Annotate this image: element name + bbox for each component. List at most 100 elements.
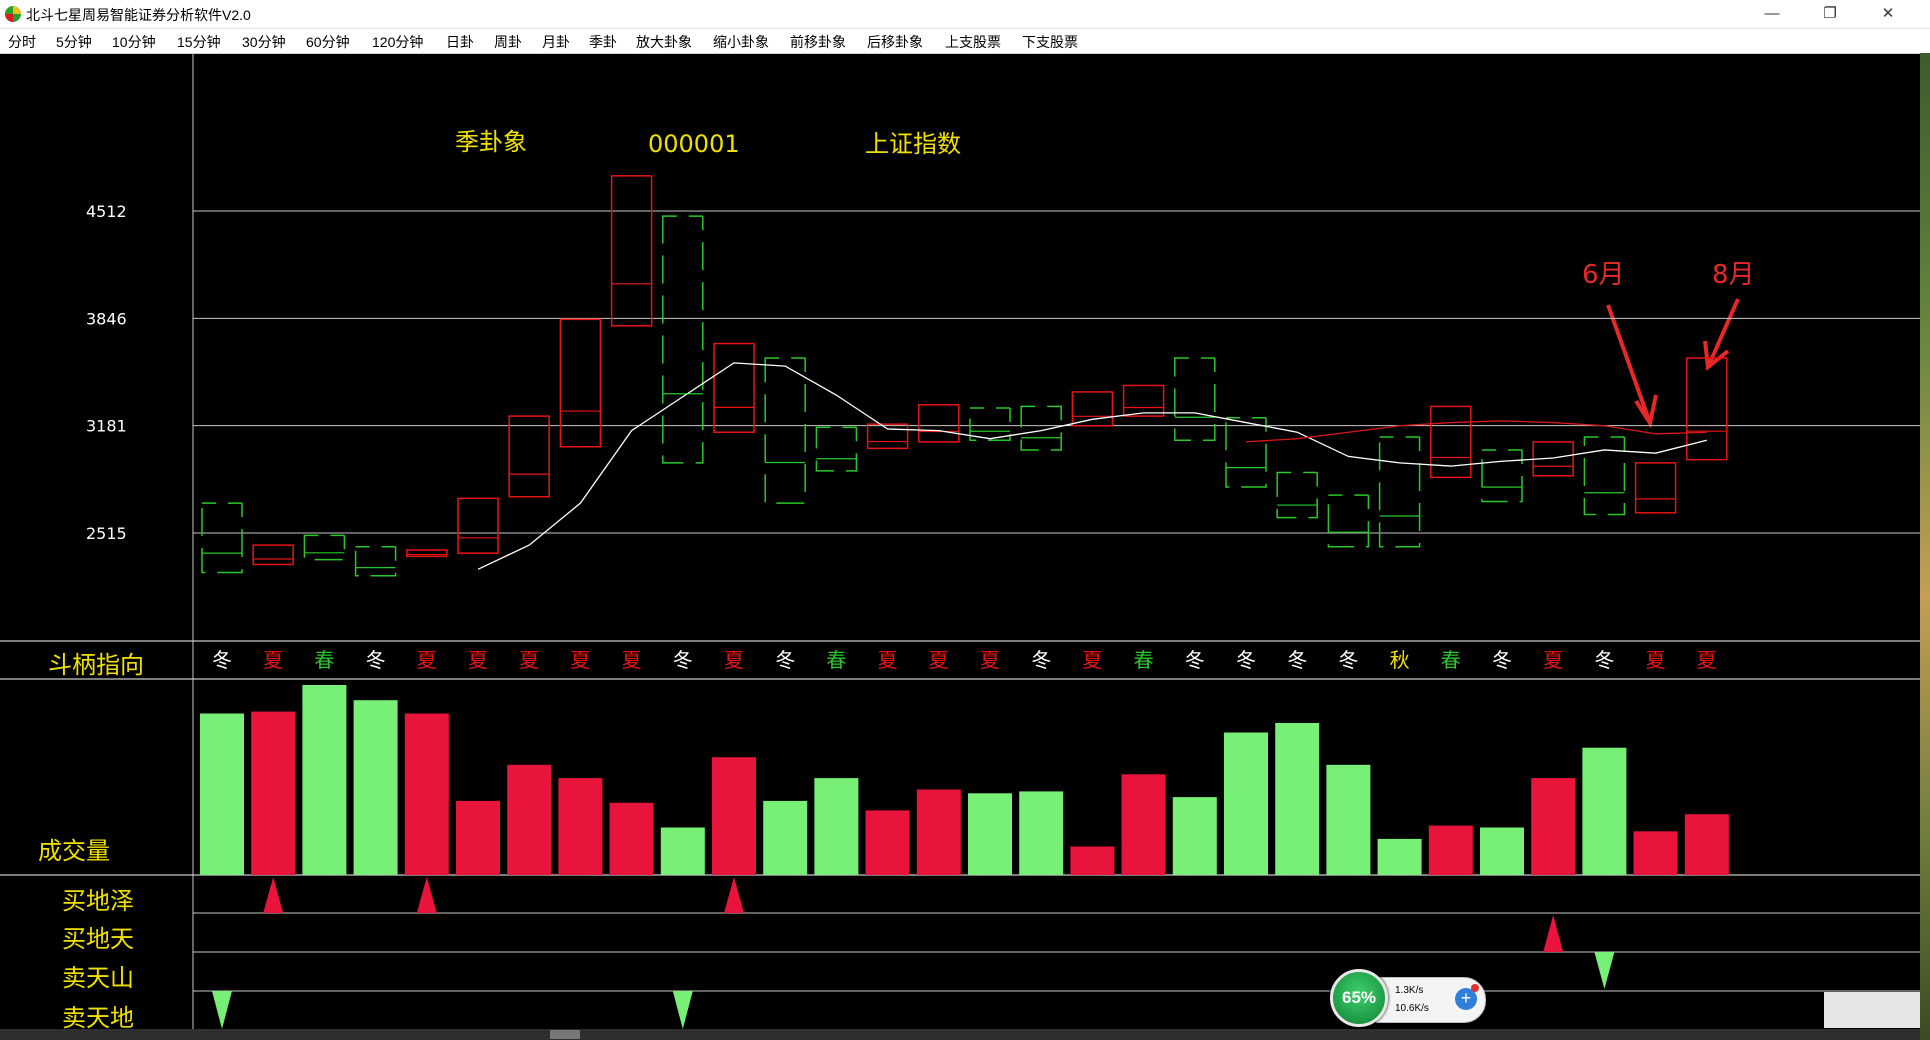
volume-bar — [558, 778, 603, 875]
season-label: 冬 — [775, 648, 795, 672]
buy-signal-marker — [1543, 915, 1564, 952]
signal-row-label: 卖天地 — [62, 1004, 134, 1032]
season-label: 冬 — [366, 648, 386, 672]
candle — [457, 497, 499, 554]
menu-item-10min[interactable]: 10分钟 — [112, 32, 156, 52]
volume-bar — [251, 711, 296, 875]
volume-bar — [814, 778, 859, 875]
download-speed: 10.6K/s — [1395, 1003, 1429, 1014]
season-label: 春 — [1134, 648, 1154, 672]
menu-item-quarterly[interactable]: 季卦 — [589, 32, 617, 52]
candle — [1020, 405, 1062, 451]
horizontal-scrollbar[interactable] — [0, 1029, 1920, 1040]
candle — [610, 175, 653, 327]
volume-bar — [1019, 791, 1064, 875]
candle — [1225, 416, 1267, 488]
stock-name: 上证指数 — [865, 130, 961, 158]
season-label: 春 — [314, 648, 334, 672]
buy-signal-marker — [724, 877, 744, 913]
network-speed-widget[interactable]: ↑ 1.3K/s ↓ 10.6K/s + 65% — [1330, 969, 1486, 1027]
season-label: 秋 — [1390, 648, 1410, 672]
volume-bar — [1582, 747, 1627, 875]
menu-item-prev-stock[interactable]: 上支股票 — [945, 32, 1001, 52]
volume-bar — [507, 764, 552, 875]
volume-bar — [1070, 846, 1115, 875]
menu-item-next-stock[interactable]: 下支股票 — [1022, 32, 1078, 52]
season-label: 冬 — [1594, 648, 1614, 672]
candle — [354, 545, 397, 577]
volume-bar — [353, 700, 398, 875]
menu-item-daily[interactable]: 日卦 — [446, 32, 474, 52]
volume-bar — [302, 685, 347, 875]
volume-bar — [865, 810, 910, 875]
candle — [713, 342, 755, 433]
close-button[interactable]: ✕ — [1859, 0, 1917, 28]
upload-speed: 1.3K/s — [1395, 985, 1424, 996]
buy-signal-marker — [416, 877, 437, 913]
window-title: 北斗七星周易智能证券分析软件V2.0 — [26, 7, 251, 23]
menu-item-5min[interactable]: 5分钟 — [56, 32, 92, 52]
candle — [1481, 449, 1523, 503]
menu-item-zoom-in[interactable]: 放大卦象 — [636, 32, 692, 52]
season-label: 夏 — [929, 648, 949, 672]
ma-line-red — [1245, 420, 1707, 443]
volume-bar — [1428, 825, 1473, 875]
season-label: 夏 — [570, 648, 590, 672]
menu-item-monthly[interactable]: 月卦 — [542, 32, 570, 52]
candle — [1071, 391, 1114, 427]
volume-bar — [1224, 732, 1268, 875]
dipper-panel-label: 斗柄指向 — [48, 651, 144, 679]
volume-bar — [1275, 723, 1320, 875]
annotation-august: 8月 — [1712, 260, 1755, 290]
volume-panel-label: 成交量 — [38, 837, 110, 865]
candles — [201, 175, 1728, 577]
signal-row-label: 买地泽 — [62, 887, 134, 915]
season-label: 夏 — [622, 648, 642, 672]
season-label: 春 — [826, 648, 846, 672]
volume-bar — [1172, 797, 1217, 875]
menu-item-shift-right[interactable]: 后移卦象 — [867, 32, 923, 52]
minimize-button[interactable]: — — [1743, 0, 1801, 28]
chart-canvas[interactable]: 季卦象 000001 上证指数 4512 3846 3181 2515 斗柄指向… — [0, 53, 1920, 1040]
season-label: 夏 — [878, 648, 898, 672]
candle — [918, 404, 960, 443]
scrollbar-thumb[interactable] — [550, 1030, 580, 1039]
candle — [1122, 384, 1165, 417]
menu-item-weekly[interactable]: 周卦 — [494, 32, 522, 52]
restore-button[interactable]: ❐ — [1801, 0, 1859, 28]
menu-bar: 分时 5分钟 10分钟 15分钟 30分钟 60分钟 120分钟 日卦 周卦 月… — [0, 29, 1930, 54]
memory-usage-ball[interactable]: 65% — [1330, 969, 1388, 1027]
menu-item-120min[interactable]: 120分钟 — [372, 32, 423, 52]
volume-bar — [763, 800, 808, 875]
menu-item-15min[interactable]: 15分钟 — [177, 32, 221, 52]
volume-bar — [609, 802, 654, 875]
taskbar-tray — [1824, 992, 1920, 1028]
period-label: 季卦象 — [455, 128, 527, 156]
candle — [764, 357, 806, 504]
volume-bar — [660, 827, 705, 875]
menu-item-zoom-out[interactable]: 缩小卦象 — [713, 32, 769, 52]
menu-item-shift-left[interactable]: 前移卦象 — [790, 32, 846, 52]
y-tick-label: 2515 — [86, 524, 127, 543]
candle — [201, 502, 243, 574]
sell-signal-marker — [212, 991, 232, 1029]
candle — [1583, 436, 1626, 516]
menu-item-intraday[interactable]: 分时 — [8, 32, 36, 52]
season-label: 夏 — [519, 648, 539, 672]
buy-signal-marker — [263, 877, 284, 913]
title-bar: 北斗七星周易智能证券分析软件V2.0 — ❐ ✕ — [0, 0, 1930, 29]
volume-bars — [200, 685, 1729, 875]
y-tick-label: 3181 — [86, 417, 127, 436]
menu-item-60min[interactable]: 60分钟 — [306, 32, 350, 52]
season-label: 冬 — [1338, 648, 1358, 672]
season-label: 冬 — [1185, 648, 1205, 672]
volume-bar — [1121, 774, 1166, 875]
price-grid — [193, 210, 1920, 534]
annotation-arrow-june — [1606, 304, 1652, 424]
volume-bar — [712, 757, 756, 875]
menu-item-30min[interactable]: 30分钟 — [242, 32, 286, 52]
season-label: 夏 — [1646, 648, 1666, 672]
season-label: 冬 — [1492, 648, 1512, 672]
volume-bar — [1684, 814, 1729, 875]
candle — [1378, 436, 1421, 548]
